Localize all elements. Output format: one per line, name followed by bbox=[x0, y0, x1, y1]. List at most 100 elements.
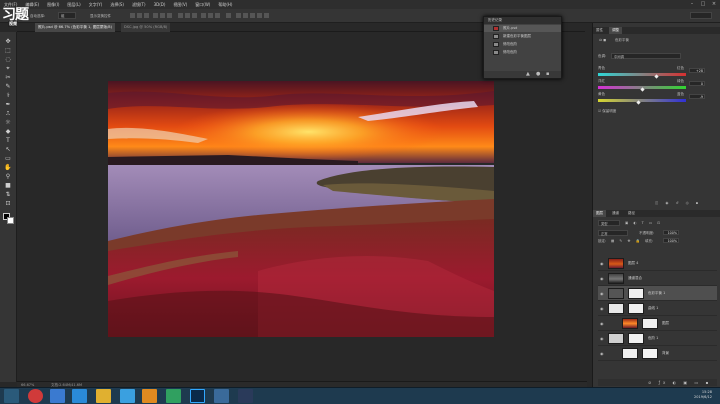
tab-adjustments[interactable]: 调整 bbox=[609, 27, 622, 34]
distribute-center-icon[interactable] bbox=[208, 13, 213, 18]
history-item[interactable]: 新建色彩平衡图层 bbox=[484, 33, 561, 40]
tool-icon[interactable]: ⚕ bbox=[4, 92, 12, 99]
tool-icon[interactable]: T bbox=[4, 137, 12, 144]
distribute-right-icon[interactable] bbox=[215, 13, 220, 18]
minimize-icon[interactable]: – bbox=[689, 1, 695, 7]
history-item[interactable]: 修改色阶 bbox=[484, 41, 561, 48]
layer-row[interactable]: ◉ 色阶 1 bbox=[598, 331, 717, 346]
tool-icon[interactable]: ✥ bbox=[4, 38, 12, 45]
menu-item[interactable]: 3D(D) bbox=[150, 2, 170, 7]
tool-icon[interactable]: ▭ bbox=[4, 155, 12, 162]
tool-icon[interactable]: ◆ bbox=[4, 128, 12, 135]
menu-item[interactable]: 帮助(H) bbox=[214, 2, 236, 8]
tool-icon[interactable]: ⬚ bbox=[4, 47, 12, 54]
layer-row[interactable]: ◉ 曲线 1 bbox=[598, 301, 717, 316]
visibility-eye-icon[interactable]: ◉ bbox=[600, 291, 604, 296]
slider-knob[interactable] bbox=[640, 87, 645, 92]
distribute-bottom-icon[interactable] bbox=[192, 13, 197, 18]
menu-item[interactable]: 图层(L) bbox=[63, 2, 84, 8]
visibility-eye-icon[interactable]: ◉ bbox=[600, 321, 604, 326]
history-item[interactable]: 照片.psd bbox=[484, 25, 561, 32]
camera-icon[interactable]: ▲ bbox=[526, 72, 531, 77]
tool-icon[interactable]: ⚲ bbox=[4, 173, 12, 180]
blend-mode-dropdown[interactable]: 正常 bbox=[598, 230, 628, 236]
align-middle-icon[interactable] bbox=[137, 13, 142, 18]
visibility-eye-icon[interactable]: ◉ bbox=[600, 261, 604, 266]
cyan-red-value[interactable]: +28 bbox=[689, 68, 705, 73]
menu-item[interactable]: 窗口(W) bbox=[191, 2, 214, 8]
system-clock[interactable]: 15:28 2019/6/12 bbox=[694, 390, 712, 400]
visibility-eye-icon[interactable]: ◉ bbox=[600, 336, 604, 341]
workspace-switcher[interactable] bbox=[690, 12, 712, 19]
tab-document-2[interactable]: DSC.jpg @ 50% (RGB/8) bbox=[121, 23, 171, 32]
tab-channels[interactable]: 通道 bbox=[609, 210, 622, 217]
distribute-top-icon[interactable] bbox=[178, 13, 183, 18]
distribute-middle-icon[interactable] bbox=[185, 13, 190, 18]
layer-row[interactable]: ◉ 图层 bbox=[598, 316, 717, 331]
trash-icon[interactable]: ▪ bbox=[546, 72, 551, 77]
magenta-green-slider[interactable] bbox=[598, 86, 686, 92]
visibility-eye-icon[interactable]: ◉ bbox=[600, 276, 604, 281]
visibility-eye-icon[interactable]: ◉ bbox=[600, 351, 604, 356]
magenta-green-value[interactable]: 0 bbox=[689, 81, 705, 86]
history-item[interactable]: 修改色阶 bbox=[484, 49, 561, 56]
layer-row[interactable]: ◉ 色彩平衡 1 bbox=[598, 286, 717, 301]
layer-mask-thumbnail[interactable] bbox=[642, 348, 658, 359]
layer-filter-icons[interactable]: ▣ ◐ T ▭ ⊡ bbox=[625, 221, 662, 225]
auto-align-icon[interactable] bbox=[226, 13, 231, 18]
layer-filter-dropdown[interactable]: 类型 bbox=[598, 220, 620, 226]
app-icon-2[interactable] bbox=[50, 389, 65, 403]
3d-roll-icon[interactable] bbox=[243, 13, 248, 18]
maximize-icon[interactable]: □ bbox=[700, 1, 706, 7]
slider-knob[interactable] bbox=[636, 100, 641, 105]
opacity-input[interactable]: 100% bbox=[663, 230, 679, 235]
tab-layers[interactable]: 图层 bbox=[593, 210, 606, 217]
background-color-swatch[interactable] bbox=[7, 217, 14, 224]
tool-icon[interactable]: ↖ bbox=[4, 146, 12, 153]
yellow-blue-slider[interactable] bbox=[598, 99, 686, 105]
tool-icon[interactable]: ✒ bbox=[4, 101, 12, 108]
tool-icon[interactable]: ☼ bbox=[4, 119, 12, 126]
tool-icon[interactable]: ■ bbox=[4, 182, 12, 189]
menu-item[interactable]: 文字(Y) bbox=[85, 2, 107, 8]
layer-mask-thumbnail[interactable] bbox=[628, 303, 644, 314]
cyan-red-slider[interactable] bbox=[598, 73, 686, 79]
tab-properties[interactable]: 属性 bbox=[593, 27, 606, 34]
lock-icons[interactable]: ▦ ✎ ✥ 🔒 bbox=[611, 239, 642, 243]
app-icon-5[interactable] bbox=[120, 389, 135, 403]
align-bottom-icon[interactable] bbox=[144, 13, 149, 18]
auto-select-dropdown[interactable]: 组 bbox=[58, 12, 76, 19]
close-icon[interactable]: × bbox=[711, 1, 717, 7]
layers-footer-icons[interactable]: ⊘ ƒx ◐ ▣ ▭ ▪ bbox=[648, 380, 711, 385]
menu-item[interactable]: 滤镜(T) bbox=[128, 2, 150, 8]
align-top-icon[interactable] bbox=[130, 13, 135, 18]
tool-icon[interactable]: ⎍ bbox=[4, 110, 12, 117]
transform-controls-label[interactable]: 显示变换控件 bbox=[90, 14, 111, 19]
photoshop-icon[interactable] bbox=[190, 389, 205, 403]
document-canvas[interactable] bbox=[108, 81, 494, 337]
app-icon-6[interactable] bbox=[142, 389, 157, 403]
3d-slide-icon[interactable] bbox=[257, 13, 262, 18]
align-right-icon[interactable] bbox=[167, 13, 172, 18]
align-center-icon[interactable] bbox=[160, 13, 165, 18]
menu-item[interactable]: 图像(I) bbox=[43, 2, 63, 8]
app-icon-1[interactable] bbox=[28, 389, 43, 403]
start-button[interactable] bbox=[4, 389, 19, 403]
tool-icon[interactable]: ⌖ bbox=[4, 65, 12, 72]
tool-icon[interactable]: ✂ bbox=[4, 74, 12, 81]
align-left-icon[interactable] bbox=[153, 13, 158, 18]
layer-mask-thumbnail[interactable] bbox=[642, 318, 658, 329]
yellow-blue-value[interactable]: -9 bbox=[689, 94, 705, 99]
layer-row[interactable]: ◉ 背景 bbox=[598, 346, 717, 361]
layer-row[interactable]: ◉ 通道混合 bbox=[598, 271, 717, 286]
app-icon-3[interactable] bbox=[72, 389, 87, 403]
tool-icon[interactable]: ⇅ bbox=[4, 191, 12, 198]
preserve-luminosity-checkbox[interactable]: ☑ 保留明度 bbox=[598, 109, 616, 114]
visibility-eye-icon[interactable]: ◉ bbox=[600, 306, 604, 311]
layer-mask-thumbnail[interactable] bbox=[628, 288, 644, 299]
slider-knob[interactable] bbox=[654, 74, 659, 79]
tab-document-1[interactable]: 照片.psd @ 66.7% (色彩平衡 1, 图层蒙版/8) bbox=[35, 23, 115, 32]
app-icon-9[interactable] bbox=[214, 389, 229, 403]
tone-dropdown[interactable]: 中间调 bbox=[611, 53, 681, 59]
app-icon-7[interactable] bbox=[166, 389, 181, 403]
